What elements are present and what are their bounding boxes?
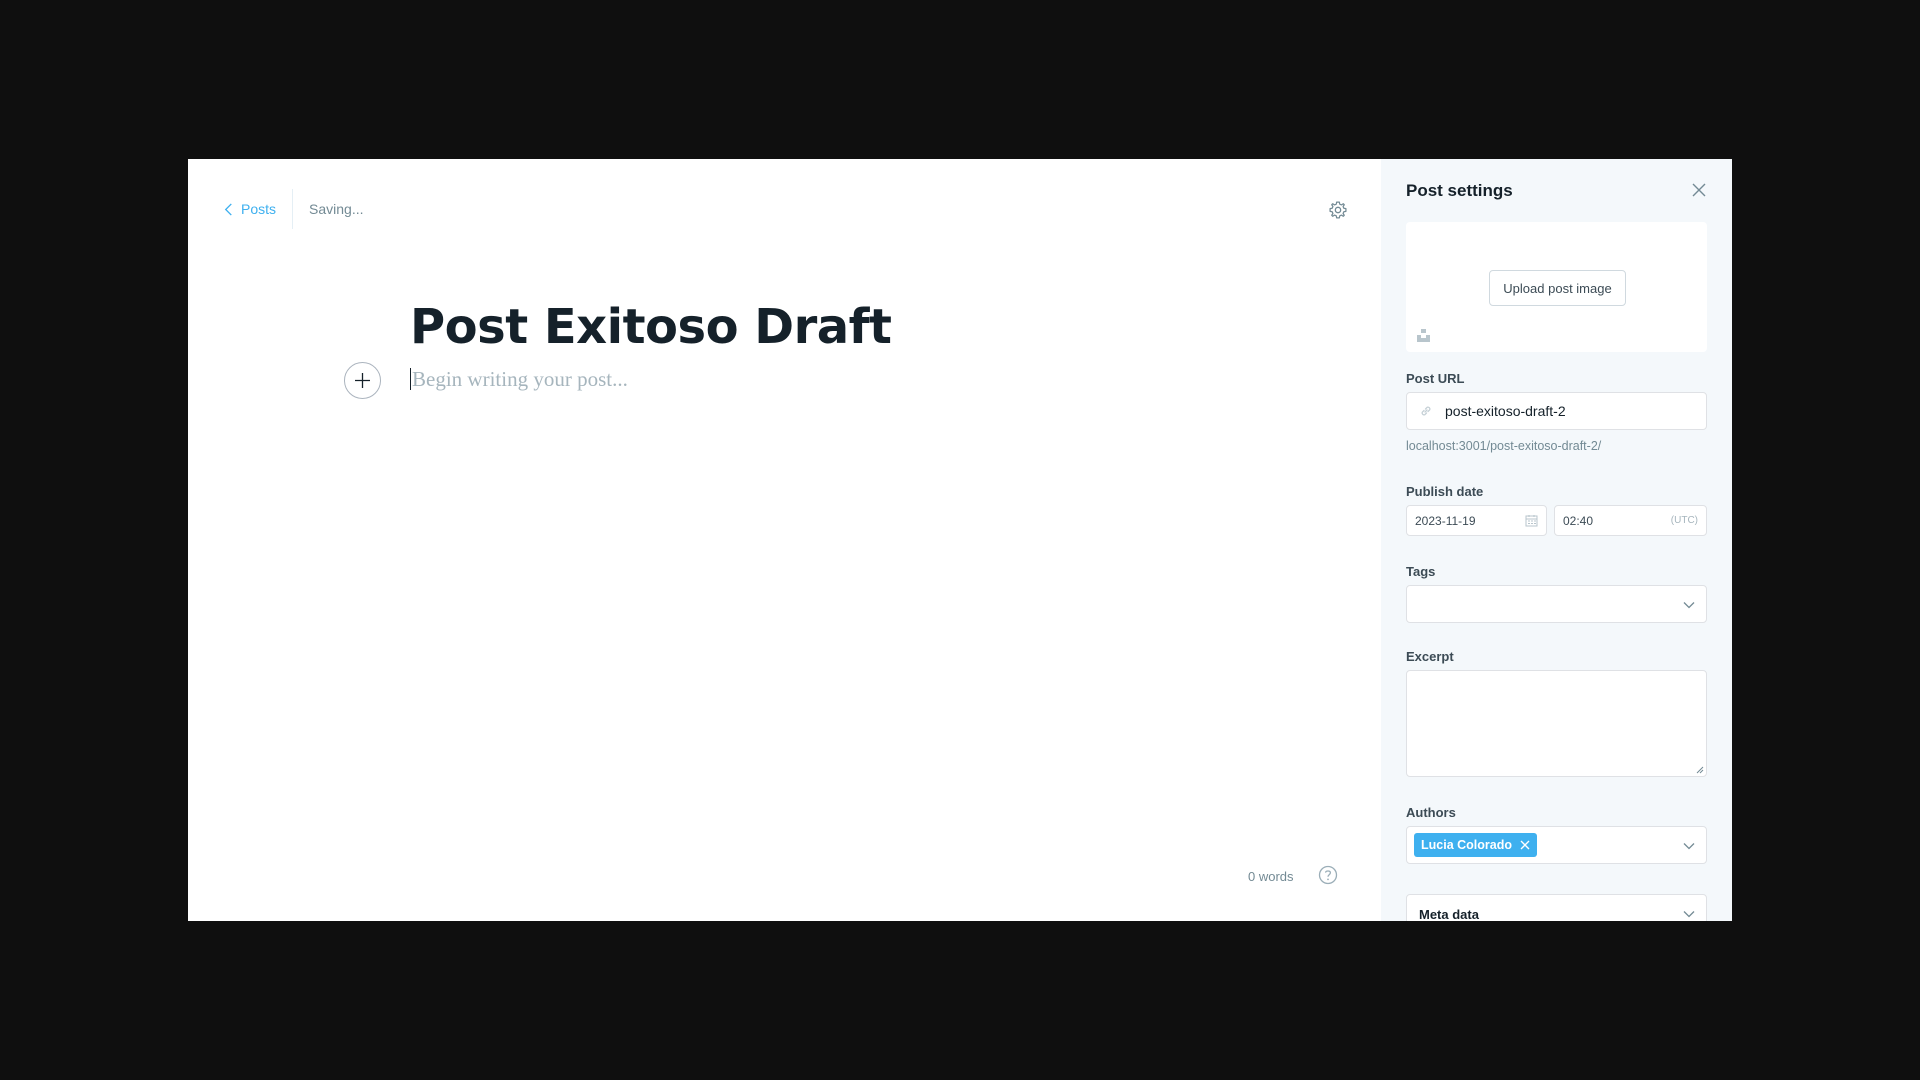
body-placeholder: Begin writing your post... [412,366,628,391]
save-status: Saving... [309,201,364,217]
excerpt-label: Excerpt [1406,649,1454,664]
publish-date-input[interactable]: 2023-11-19 [1406,505,1547,536]
authors-label: Authors [1406,805,1456,820]
remove-author-icon[interactable] [1520,840,1530,850]
back-link-label: Posts [241,201,277,217]
editor-window: Posts Saving... Post Exitoso Draft Begin… [188,159,1732,921]
panel-title: Post settings [1406,181,1513,200]
link-icon [1421,406,1431,416]
chevron-left-icon [224,202,232,216]
resize-grip-icon[interactable] [1696,766,1704,774]
post-body-editor[interactable]: Begin writing your post... [410,359,1260,399]
post-settings-panel: Post settings Upload post image Post URL… [1381,159,1732,921]
chevron-down-icon [1683,843,1695,850]
excerpt-textarea[interactable] [1406,670,1707,777]
publish-date-value: 2023-11-19 [1415,513,1476,528]
word-count: 0 words [1248,869,1294,884]
chevron-down-icon [1683,602,1695,609]
publish-time-value: 02:40 [1563,513,1594,528]
gear-icon [1329,201,1347,219]
meta-data-section[interactable]: Meta data [1406,894,1707,921]
post-url-value: post-exitoso-draft-2 [1445,403,1566,419]
close-settings-button[interactable] [1689,180,1709,200]
unsplash-icon[interactable] [1416,328,1431,343]
timezone-label: (UTC) [1670,515,1698,526]
add-card-button[interactable] [344,362,381,399]
help-icon [1318,865,1338,885]
calendar-icon [1525,515,1538,527]
author-name: Lucia Colorado [1421,838,1512,852]
plus-icon [355,373,370,388]
post-title[interactable]: Post Exitoso Draft [410,287,1260,367]
post-image-dropzone: Upload post image [1406,222,1707,352]
publish-time-input[interactable]: 02:40 (UTC) [1554,505,1707,536]
meta-data-label: Meta data [1419,907,1479,921]
post-url-label: Post URL [1406,371,1465,386]
close-icon [1692,183,1706,197]
tags-label: Tags [1406,564,1436,579]
editor-topbar: Posts Saving... [224,189,364,229]
upload-post-image-button[interactable]: Upload post image [1489,270,1626,306]
post-settings-toggle[interactable] [1318,190,1358,230]
publish-date-label: Publish date [1406,484,1484,499]
post-url-input[interactable]: post-exitoso-draft-2 [1406,392,1707,430]
editor-area: Posts Saving... Post Exitoso Draft Begin… [188,159,1381,921]
tags-select[interactable] [1406,585,1707,623]
post-url-preview: localhost:3001/post-exitoso-draft-2/ [1406,439,1602,453]
authors-select[interactable]: Lucia Colorado [1406,826,1707,864]
text-caret [410,368,411,390]
back-to-posts-link[interactable]: Posts [224,189,292,229]
chevron-right-icon [1683,911,1695,918]
help-button[interactable] [1318,865,1338,885]
author-token: Lucia Colorado [1414,833,1537,857]
